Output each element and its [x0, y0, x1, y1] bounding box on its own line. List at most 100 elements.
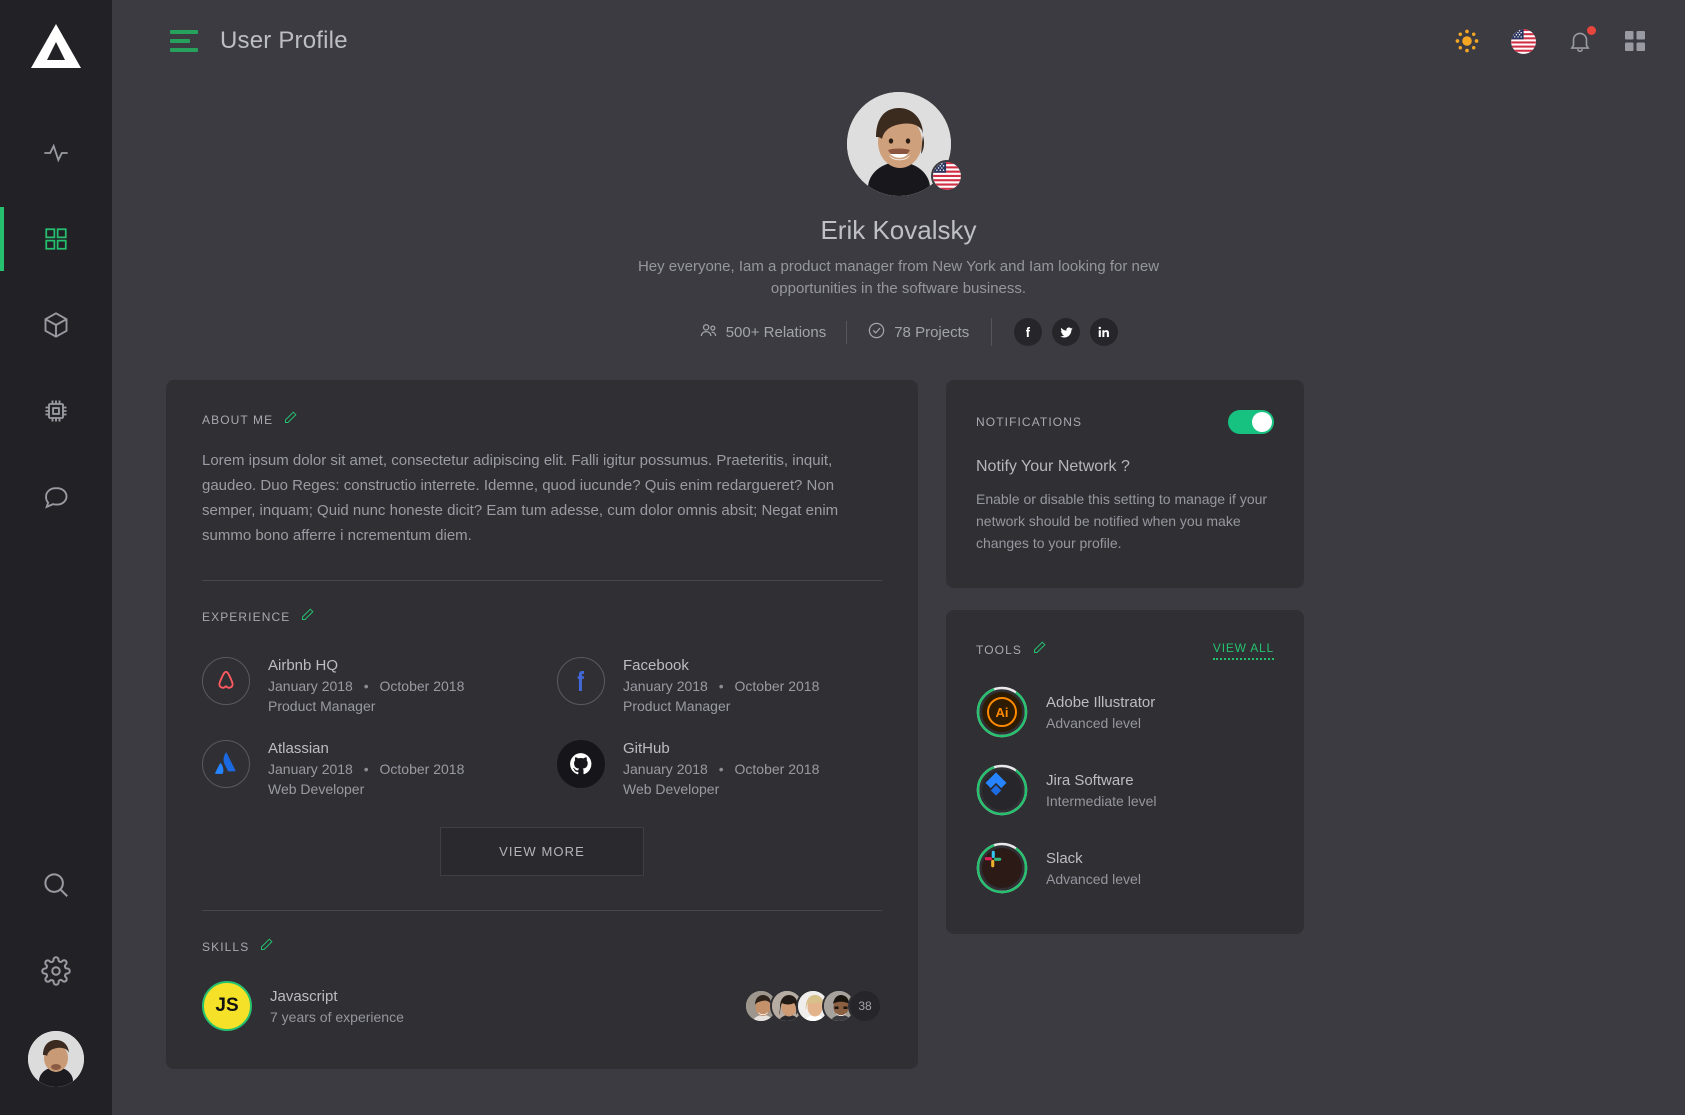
tool-item[interactable]: Slack Advanced level [976, 842, 1274, 894]
sidebar-user-avatar[interactable] [28, 1031, 84, 1087]
pencil-icon[interactable] [283, 410, 298, 430]
skill-info: Javascript 7 years of experience [270, 988, 404, 1025]
social-links [991, 318, 1119, 346]
profile-details-card: ABOUT ME Lorem ipsum dolor sit amet, con… [166, 380, 918, 1069]
sidebar-item-packages[interactable] [0, 299, 112, 351]
experience-dates: January 2018 • October 2018 [268, 678, 464, 694]
triangle-logo[interactable] [29, 22, 83, 75]
date-separator: • [363, 678, 369, 694]
notifications-title: NOTIFICATIONS [976, 415, 1083, 429]
topbar: User Profile [112, 0, 1685, 82]
experience-dates: January 2018 • October 2018 [623, 761, 819, 777]
skill-people-count[interactable]: 38 [848, 989, 882, 1023]
sidebar-item-activity[interactable] [0, 127, 112, 179]
hamburger-icon[interactable] [170, 30, 198, 52]
search-icon[interactable] [0, 859, 112, 911]
experience-title: EXPERIENCE [202, 610, 291, 624]
jira-icon [982, 770, 1022, 810]
tool-name: Adobe Illustrator [1046, 693, 1156, 711]
tool-item[interactable]: Jira Software Intermediate level [976, 764, 1274, 816]
sidebar-item-dashboard[interactable] [0, 207, 112, 271]
tools-title: TOOLS [976, 643, 1022, 657]
slack-icon [982, 848, 1022, 888]
adobe-illustrator-icon: Ai [982, 692, 1022, 732]
tool-progress-ring [976, 842, 1028, 894]
bell-icon[interactable] [1567, 26, 1596, 54]
date-separator: • [718, 678, 724, 694]
experience-start: January 2018 [268, 678, 353, 694]
experience-dates: January 2018 • October 2018 [623, 678, 819, 694]
apps-grid-icon[interactable] [1623, 29, 1647, 53]
twitter-icon[interactable] [1052, 318, 1081, 346]
experience-company: Atlassian [268, 740, 329, 757]
sidebar-item-hardware[interactable] [0, 385, 112, 437]
stat-projects: 78 Projects [846, 320, 989, 344]
toggle-knob [1252, 412, 1272, 432]
experience-section-header: EXPERIENCE [202, 607, 882, 627]
main-area: User Profile Erik Kovalsky Hey everyone,… [112, 0, 1685, 1115]
airbnb-icon [202, 657, 250, 705]
tool-item[interactable]: Ai Adobe Illustrator Advanced level [976, 686, 1274, 738]
pencil-icon[interactable] [1032, 640, 1047, 660]
tool-level: Intermediate level [1046, 792, 1157, 809]
tool-text: Slack Advanced level [1046, 850, 1141, 887]
javascript-icon: JS [202, 981, 252, 1031]
sidebar-nav [0, 127, 112, 523]
experience-item[interactable]: Facebook January 2018 • October 2018 Pro… [557, 649, 882, 722]
experience-role: Web Developer [623, 781, 720, 797]
experience-item[interactable]: Airbnb HQ January 2018 • October 2018 Pr… [202, 649, 527, 722]
experience-company: Facebook [623, 657, 689, 674]
experience-item[interactable]: GitHub January 2018 • October 2018 Web D… [557, 732, 882, 805]
us-flag-icon[interactable] [1510, 27, 1537, 55]
atlassian-icon [202, 740, 250, 788]
notifications-toggle[interactable] [1228, 410, 1274, 434]
tool-level: Advanced level [1046, 714, 1141, 731]
date-separator: • [718, 761, 724, 777]
svg-text:Ai: Ai [996, 705, 1009, 720]
tool-level: Advanced level [1046, 870, 1141, 887]
experience-start: January 2018 [623, 761, 708, 777]
experience-role: Product Manager [268, 698, 376, 714]
experience-company: Airbnb HQ [268, 657, 339, 674]
notifications-question: Notify Your Network ? [976, 458, 1130, 475]
tool-text: Jira Software Intermediate level [1046, 772, 1157, 809]
sun-icon[interactable] [1454, 28, 1480, 54]
skill-people-group[interactable]: 38 [744, 989, 882, 1023]
gear-icon[interactable] [0, 945, 112, 997]
avatar[interactable] [846, 92, 963, 196]
sidebar-bottom [0, 859, 112, 1087]
experience-list: Airbnb HQ January 2018 • October 2018 Pr… [202, 649, 882, 805]
date-separator: • [363, 761, 369, 777]
check-circle-icon [867, 321, 886, 344]
content-grid: ABOUT ME Lorem ipsum dolor sit amet, con… [112, 346, 1685, 1069]
about-title: ABOUT ME [202, 413, 274, 427]
facebook-icon[interactable] [1014, 318, 1043, 346]
view-all-link[interactable]: VIEW ALL [1212, 641, 1274, 660]
stat-relations: 500+ Relations [679, 321, 847, 344]
experience-dates: January 2018 • October 2018 [268, 761, 464, 777]
pencil-icon[interactable] [259, 937, 274, 957]
tool-name: Slack [1046, 849, 1083, 867]
view-more-button[interactable]: VIEW MORE [440, 827, 644, 876]
tool-name: Jira Software [1046, 771, 1134, 789]
linkedin-icon[interactable] [1090, 318, 1119, 346]
stat-projects-label: 78 Projects [894, 323, 970, 341]
right-column: NOTIFICATIONS Notify Your Network ? Enab… [946, 380, 1304, 934]
experience-end: October 2018 [734, 761, 820, 777]
about-section-header: ABOUT ME [202, 410, 882, 430]
skills-section-header: SKILLS [202, 937, 882, 957]
experience-company: GitHub [623, 740, 670, 757]
experience-role: Web Developer [268, 781, 365, 797]
skill-name: Javascript [270, 987, 338, 1005]
user-name: Erik Kovalsky [820, 215, 977, 245]
experience-start: January 2018 [623, 678, 708, 694]
tool-text: Adobe Illustrator Advanced level [1046, 694, 1155, 731]
skill-item[interactable]: JS Javascript 7 years of experience 38 [202, 981, 882, 1031]
notifications-card: NOTIFICATIONS Notify Your Network ? Enab… [946, 380, 1304, 588]
sidebar-item-messages[interactable] [0, 471, 112, 523]
experience-end: October 2018 [734, 678, 820, 694]
notification-badge-dot [1587, 26, 1596, 35]
pencil-icon[interactable] [300, 607, 315, 627]
experience-item[interactable]: Atlassian January 2018 • October 2018 We… [202, 732, 527, 805]
facebook-icon [557, 657, 605, 705]
